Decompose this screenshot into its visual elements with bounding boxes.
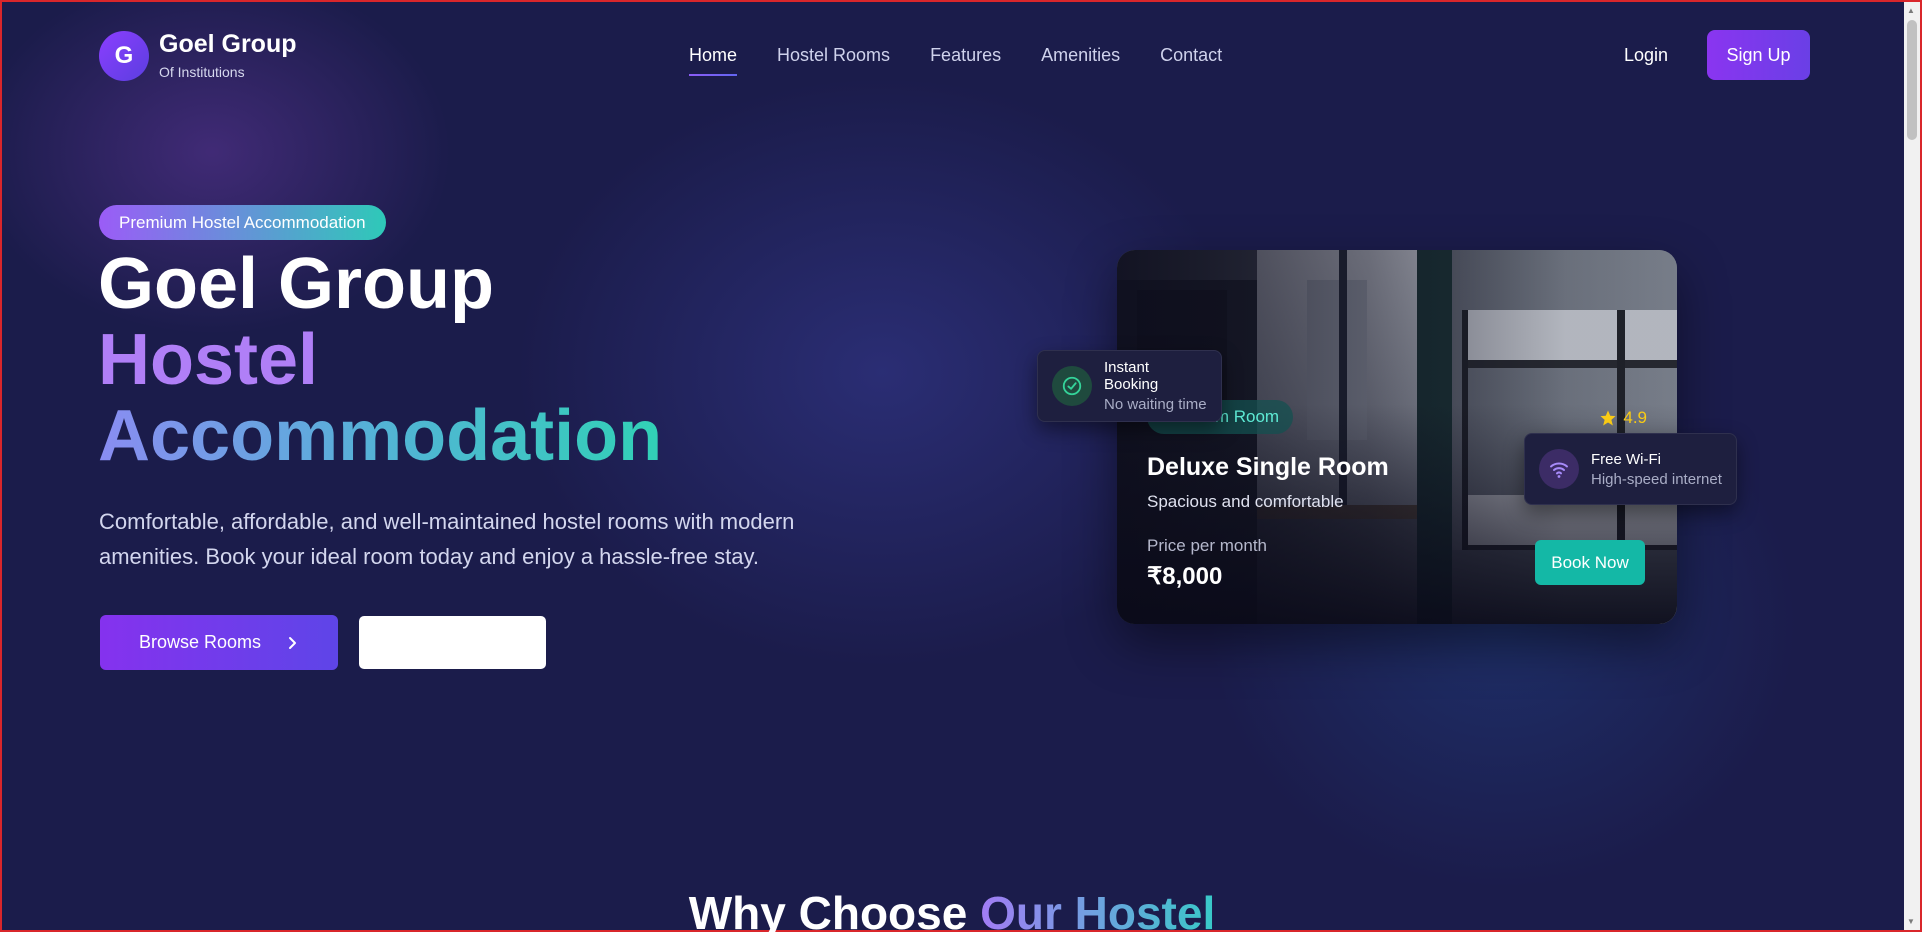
- room-title: Deluxe Single Room: [1147, 453, 1389, 481]
- free-wifi-title: Free Wi-Fi: [1591, 450, 1661, 468]
- free-wifi-subtitle: High-speed internet: [1591, 470, 1722, 488]
- secondary-cta-button[interactable]: [359, 616, 546, 669]
- hero-title-line2: Hostel: [98, 320, 319, 400]
- why-choose-heading: Why Choose Our Hostel: [2, 886, 1902, 932]
- book-now-button[interactable]: Book Now: [1535, 540, 1645, 585]
- hero-description: Comfortable, affordable, and well-mainta…: [99, 509, 795, 569]
- star-icon: [1600, 410, 1616, 426]
- wifi-icon: [1539, 449, 1579, 489]
- scroll-up-arrow-icon[interactable]: ▲: [1907, 6, 1915, 15]
- instant-booking-card: Instant Booking No waiting time: [1037, 350, 1222, 422]
- instant-booking-title: Instant Booking: [1104, 359, 1159, 393]
- hero-title-line1: Goel Group: [98, 244, 494, 324]
- nav-links: Home Hostel Rooms Features Amenities Con…: [689, 45, 1222, 76]
- page-scrollbar[interactable]: ▲ ▼: [1904, 2, 1920, 930]
- price-label: Price per month: [1147, 536, 1267, 555]
- scroll-down-arrow-icon[interactable]: ▼: [1907, 917, 1915, 926]
- nav-link-hostel-rooms[interactable]: Hostel Rooms: [777, 45, 890, 66]
- check-circle-icon: [1052, 366, 1092, 406]
- rating-value: 4.9: [1623, 408, 1647, 427]
- hero-badge: Premium Hostel Accommodation: [99, 205, 386, 240]
- nav-link-amenities[interactable]: Amenities: [1041, 45, 1120, 66]
- hero-title-line3: Accommodation: [98, 396, 663, 476]
- why-choose-heading-accent: Our Hostel: [980, 887, 1215, 932]
- scrollbar-thumb[interactable]: [1907, 20, 1917, 140]
- room-rating: 4.9: [1599, 408, 1647, 428]
- free-wifi-card: Free Wi-Fi High-speed internet: [1524, 433, 1737, 505]
- nav-link-features[interactable]: Features: [930, 45, 1001, 66]
- chevron-right-icon: [289, 636, 297, 649]
- price-value: ₹8,000: [1147, 563, 1223, 590]
- nav-link-home[interactable]: Home: [689, 45, 738, 76]
- instant-booking-subtitle: No waiting time: [1104, 396, 1207, 413]
- why-choose-heading-part1: Why Choose: [688, 887, 981, 932]
- brand-subtitle: Of Institutions: [159, 64, 245, 80]
- room-subtitle: Spacious and comfortable: [1147, 492, 1344, 511]
- navbar: G Goel Group Of Institutions Home Hostel…: [2, 2, 1902, 108]
- hero-title: Goel Group Hostel Accommodation: [98, 246, 662, 474]
- nav-link-contact[interactable]: Contact: [1160, 45, 1222, 66]
- signup-button[interactable]: Sign Up: [1707, 30, 1810, 80]
- browse-rooms-button[interactable]: Browse Rooms: [100, 615, 338, 670]
- logo-icon[interactable]: G: [99, 31, 149, 81]
- login-button[interactable]: Login: [1624, 45, 1668, 66]
- brand-name[interactable]: Goel Group: [159, 30, 297, 59]
- browse-rooms-label: Browse Rooms: [138, 632, 262, 652]
